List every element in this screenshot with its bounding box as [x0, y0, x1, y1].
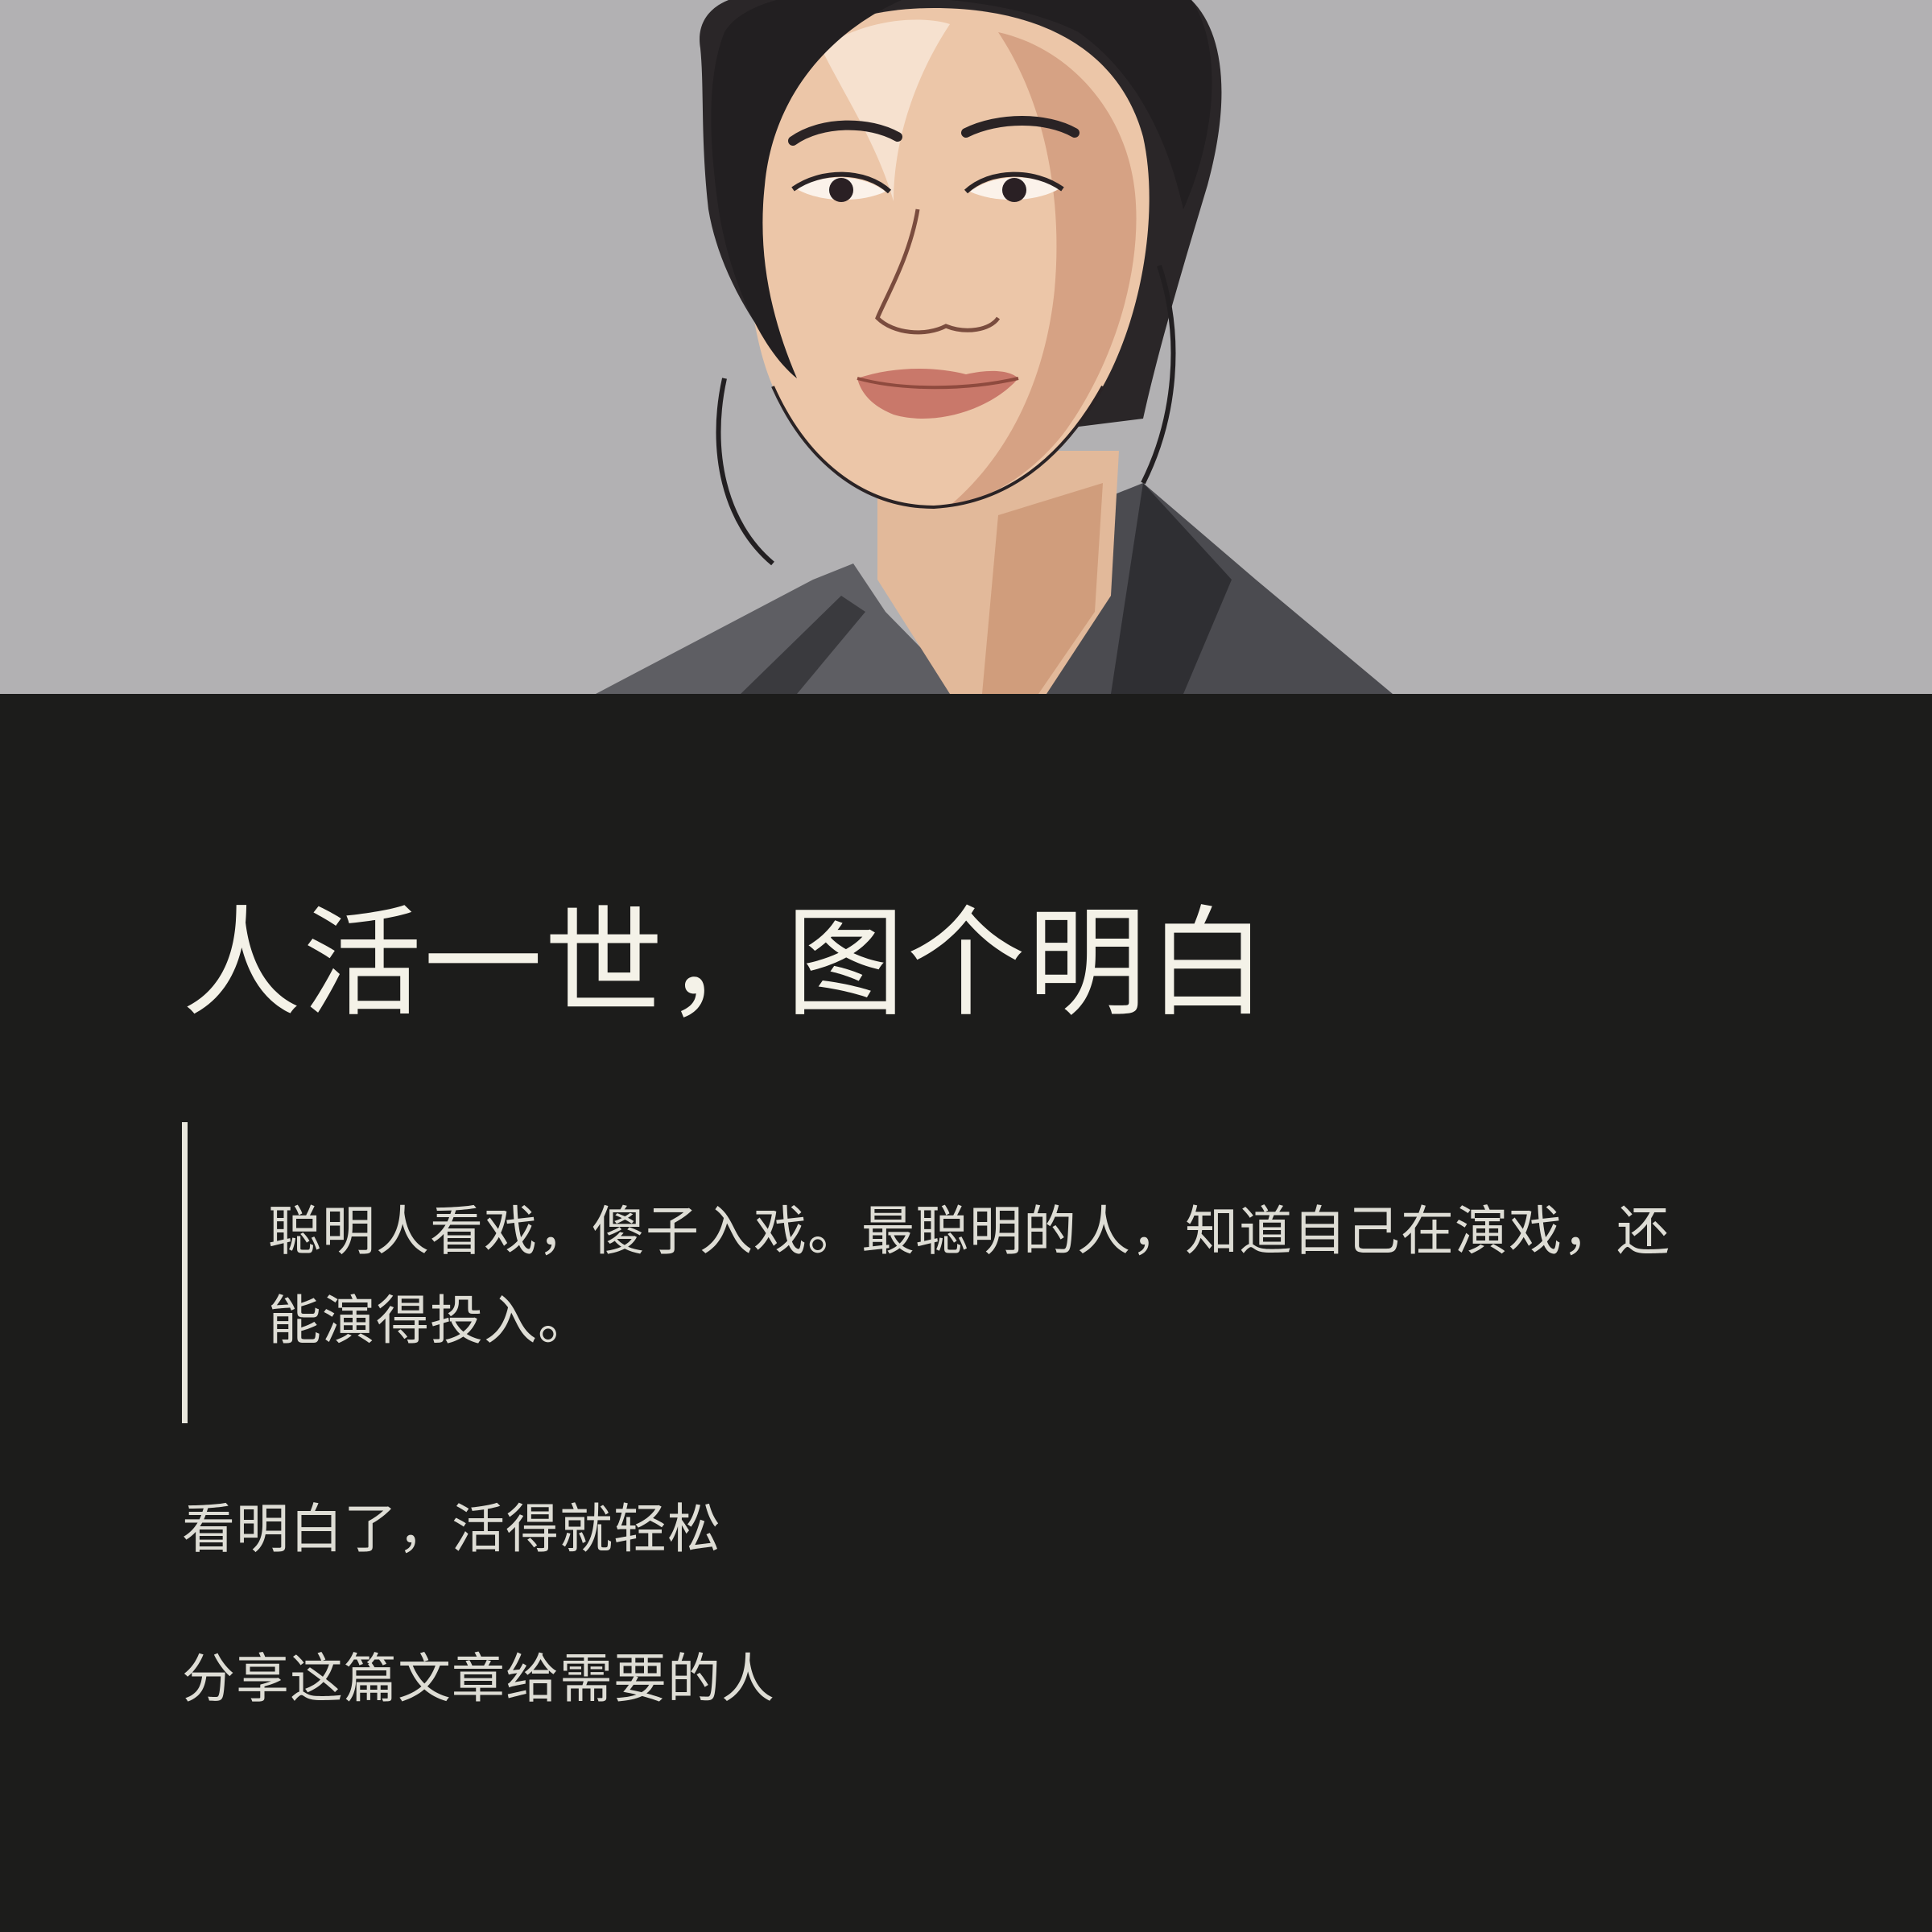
article-title: 人活一世，图个明白	[182, 894, 1269, 1033]
quote-block: 聪明人看戏，傻子入戏。最聪明的人，知道自己在演戏，还能演得投入。	[182, 1122, 1744, 1423]
summary-line: 看明白了，活得就轻松	[182, 1498, 721, 1560]
quote-text: 聪明人看戏，傻子入戏。最聪明的人，知道自己在演戏，还能演得投入。	[268, 1200, 1670, 1352]
share-prompt: 分享这篇文章给需要的人	[182, 1648, 775, 1710]
hero-portrait-image	[0, 0, 1932, 694]
portrait-illustration	[0, 0, 1932, 694]
article-body: 人活一世，图个明白 聪明人看戏，傻子入戏。最聪明的人，知道自己在演戏，还能演得投…	[0, 694, 1932, 1932]
